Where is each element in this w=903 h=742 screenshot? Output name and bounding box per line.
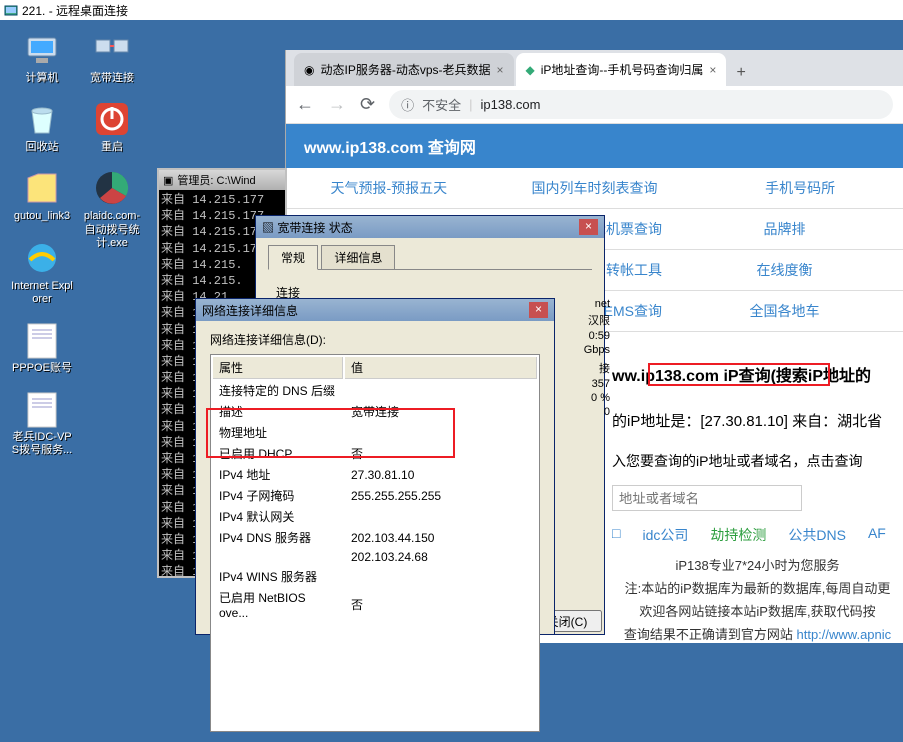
col-property[interactable]: 属性 (213, 357, 343, 379)
desktop-icon-computer[interactable]: 计算机 (10, 30, 74, 85)
nav-weather[interactable]: 天气预报-预报五天 (286, 168, 492, 208)
rdp-title-bar: 221. - 远程桌面连接 (0, 0, 903, 20)
forward-button[interactable]: → (328, 94, 346, 115)
browser-tab-1[interactable]: ◉ 动态IP服务器-动态vps-老兵数据 × (294, 53, 514, 86)
desktop-icon-recycle[interactable]: 回收站 (10, 99, 74, 154)
table-row[interactable]: IPv4 子网掩码255.255.255.255 (213, 486, 537, 505)
table-row[interactable]: 202.103.24.68 (213, 549, 537, 565)
reload-button[interactable]: ⟳ (360, 94, 375, 115)
info-icon: ⓘ (401, 95, 414, 114)
col-value[interactable]: 值 (345, 357, 537, 379)
link-hijack[interactable]: 劫持检测 (710, 525, 766, 545)
desktop-icon-restart[interactable]: 重启 (80, 99, 144, 154)
back-button[interactable]: ← (296, 94, 314, 115)
nav-measure[interactable]: 在线度衡 (666, 250, 903, 290)
rdp-icon (4, 3, 18, 17)
table-row[interactable]: IPv4 DNS 服务器202.103.44.150 (213, 528, 537, 547)
bb-tabs: 常规 详细信息 (256, 238, 604, 269)
browser-tab-strip: ◉ 动态IP服务器-动态vps-老兵数据 × ◆ iP地址查询--手机号码查询归… (286, 50, 903, 86)
desktop-icons-col1: 计算机 回收站 gutou_link3 Internet Explorer PP… (10, 30, 74, 472)
footer-official: 查询结果不正确请到官方网站 http://www.apnic (612, 624, 903, 643)
close-icon[interactable]: × (497, 63, 504, 77)
insecure-label: 不安全 (422, 95, 461, 114)
desktop-icon-laobing[interactable]: 老兵IDC-VPS拨号服务... (10, 389, 74, 457)
table-row[interactable]: 连接特定的 DNS 后缀 (213, 381, 537, 400)
link-dns[interactable]: 公共DNS (788, 525, 846, 545)
hint-line: 入您要查询的iP地址或者域名，点击查询 (612, 451, 903, 471)
bb-title-bar[interactable]: ▧ 宽带连接 状态 × (256, 216, 604, 238)
nav-train[interactable]: 国内列车时刻表查询 (492, 168, 698, 208)
desktop-icon-ie[interactable]: Internet Explorer (10, 238, 74, 306)
site-banner: www.ip138.com 查询网 (286, 124, 903, 168)
ip-result-line: 的iP地址是：[27.30.81.10] 来自：湖北省 (612, 410, 903, 431)
detail-table: 属性 值 连接特定的 DNS 后缀描述宽带连接物理地址已启用 DHCP否 IPv4… (210, 354, 540, 732)
new-tab-button[interactable]: + (728, 60, 753, 86)
table-row[interactable]: IPv4 WINS 服务器 (213, 567, 537, 586)
nav-phone[interactable]: 手机号码所 (697, 168, 903, 208)
tab-detail[interactable]: 详细信息 (321, 245, 395, 270)
table-row[interactable]: 描述宽带连接 (213, 402, 537, 421)
nav-plate[interactable]: 全国各地车 (666, 291, 903, 331)
table-row[interactable]: IPv4 默认网关 (213, 507, 537, 526)
browser-tab-2[interactable]: ◆ iP地址查询--手机号码查询归属 × (516, 53, 727, 86)
footer-note: 注:本站的iP数据库为最新的数据库,每周自动更 (612, 578, 903, 597)
link-marker[interactable]: □ (612, 525, 620, 545)
desktop-icon-plaidc[interactable]: plaidc.com-自动拨号统计.exe (80, 168, 144, 250)
cmd-title-bar[interactable]: ▣ 管理员: C:\Wind (159, 170, 285, 190)
det-title-bar[interactable]: 网络连接详细信息 × (196, 299, 554, 321)
close-icon[interactable]: × (579, 219, 598, 235)
nav-brand[interactable]: 品牌排 (666, 209, 903, 249)
footer-welcome: 欢迎各网站链接本站iP数据库,获取代码按 (612, 601, 903, 620)
link-idc[interactable]: idc公司 (642, 525, 688, 545)
desktop-icon-broadband[interactable]: 宽带连接 (80, 30, 144, 85)
url-text: ip138.com (481, 97, 541, 112)
link-af[interactable]: AF (868, 525, 886, 545)
desktop-icon-gutou-link3[interactable]: gutou_link3 (10, 168, 74, 223)
nav-row-1: 天气预报-预报五天 国内列车时刻表查询 手机号码所 (286, 168, 903, 209)
rdp-title-text: 221. - 远程桌面连接 (22, 2, 128, 19)
tab-general[interactable]: 常规 (268, 245, 318, 270)
close-icon[interactable]: × (709, 63, 716, 77)
network-detail-window[interactable]: 网络连接详细信息 × 网络连接详细信息(D): 属性 值 连接特定的 DNS 后… (195, 298, 555, 635)
close-icon[interactable]: × (529, 302, 548, 318)
table-row[interactable]: 已启用 NetBIOS ove...否 (213, 588, 537, 621)
address-bar[interactable]: ⓘ 不安全 | ip138.com (389, 90, 893, 119)
desktop-icons-col2: 宽带连接 重启 plaidc.com-自动拨号统计.exe (80, 30, 144, 264)
det-label: 网络连接详细信息(D): (210, 331, 540, 348)
network-icon: ▧ (262, 221, 274, 235)
bottom-links: □ idc公司 劫持检测 公共DNS AF (612, 525, 903, 545)
cmd-icon: ▣ (163, 174, 173, 187)
connection-info-peek: net汉限0:59Gbps接3570 %0 (550, 297, 610, 419)
browser-toolbar: ← → ⟳ ⓘ 不安全 | ip138.com (286, 86, 903, 124)
desktop-icon-pppoe[interactable]: PPPOE账号 (10, 320, 74, 375)
table-row[interactable]: 物理地址 (213, 423, 537, 442)
ip-input[interactable] (612, 485, 802, 511)
favicon-icon: ◆ (526, 63, 535, 77)
table-row[interactable]: 已启用 DHCP否 (213, 444, 537, 463)
page-heading: ww.ip138.com iP查询(搜索iP地址的 (612, 344, 903, 404)
footer-service: iP138专业7*24小时为您服务 (612, 555, 903, 574)
globe-icon: ◉ (304, 63, 314, 77)
table-row[interactable]: IPv4 地址27.30.81.10 (213, 465, 537, 484)
